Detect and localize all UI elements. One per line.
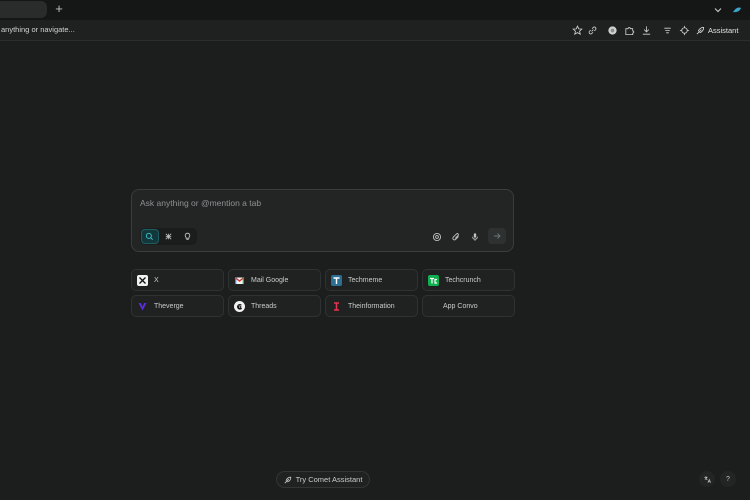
shortcut-app-convo[interactable]: App Convo [422, 295, 515, 317]
search-mode-button[interactable] [141, 229, 159, 244]
shortcut-techmeme[interactable]: Techmeme [325, 269, 418, 291]
download-icon[interactable] [641, 25, 652, 36]
bookmark-star-icon[interactable] [572, 25, 583, 36]
focus-target-icon[interactable] [679, 25, 690, 36]
globe-sources-icon[interactable] [432, 232, 442, 242]
lightbulb-icon [184, 232, 190, 240]
comet-icon [284, 476, 291, 483]
shortcut-label: X [154, 276, 159, 284]
research-mode-button[interactable] [160, 229, 178, 244]
submit-button[interactable] [488, 228, 506, 244]
extensions-puzzle-icon[interactable] [624, 25, 635, 36]
assistant-comet-icon [696, 26, 705, 35]
arrow-right-icon [494, 233, 501, 239]
microphone-icon[interactable] [470, 232, 480, 242]
assistant-label: Assistant [708, 26, 739, 35]
search-icon [146, 232, 154, 241]
assistant-button[interactable]: Assistant [696, 23, 744, 38]
shortcut-theinformation[interactable]: Theinformation [325, 295, 418, 317]
x-logo-icon [137, 274, 148, 286]
reader-menu-icon[interactable] [662, 25, 673, 36]
tab-strip: + [0, 0, 750, 20]
omnibox-input[interactable]: anything or navigate... [1, 25, 75, 34]
shortcut-threads[interactable]: Threads [228, 295, 321, 317]
profile-icon[interactable] [731, 3, 743, 15]
shortcut-x[interactable]: X [131, 269, 224, 291]
shortcut-mail-google[interactable]: Mail Google [228, 269, 321, 291]
tab-search-chevron-down-icon[interactable] [712, 3, 724, 15]
labs-mode-button[interactable] [178, 229, 196, 244]
extension-circle-icon[interactable] [607, 25, 618, 36]
paperclip-attach-icon[interactable] [451, 232, 461, 242]
new-tab-button[interactable]: + [52, 2, 66, 16]
theverge-icon [137, 301, 148, 312]
research-grid-icon [165, 233, 172, 240]
threads-icon [234, 300, 245, 312]
link-icon[interactable] [587, 25, 598, 36]
techcrunch-icon [428, 274, 439, 286]
shortcut-label: Techmeme [348, 276, 383, 284]
gmail-icon [234, 275, 245, 286]
active-tab[interactable] [0, 1, 47, 18]
shortcut-label: Theverge [154, 302, 184, 310]
shortcut-label: Techcrunch [445, 276, 481, 284]
shortcut-theverge[interactable]: Theverge [131, 295, 224, 317]
ask-box [131, 189, 514, 252]
ask-input[interactable] [140, 196, 500, 210]
shortcut-techcrunch[interactable]: Techcrunch [422, 269, 515, 291]
shortcut-label: Mail Google [251, 276, 289, 284]
shortcut-label: App Convo [443, 302, 478, 310]
try-comet-label: Try Comet Assistant [295, 475, 363, 484]
shortcut-label: Theinformation [348, 302, 395, 310]
shortcut-label: Threads [251, 302, 277, 310]
language-translate-icon[interactable] [699, 471, 715, 487]
theinformation-icon [331, 301, 342, 312]
address-bar: anything or navigate... Assistant [0, 20, 750, 41]
techmeme-icon [331, 274, 342, 286]
help-button[interactable]: ? [720, 471, 736, 487]
search-mode-selector [140, 228, 197, 245]
try-comet-assistant-button[interactable]: Try Comet Assistant [276, 471, 370, 488]
